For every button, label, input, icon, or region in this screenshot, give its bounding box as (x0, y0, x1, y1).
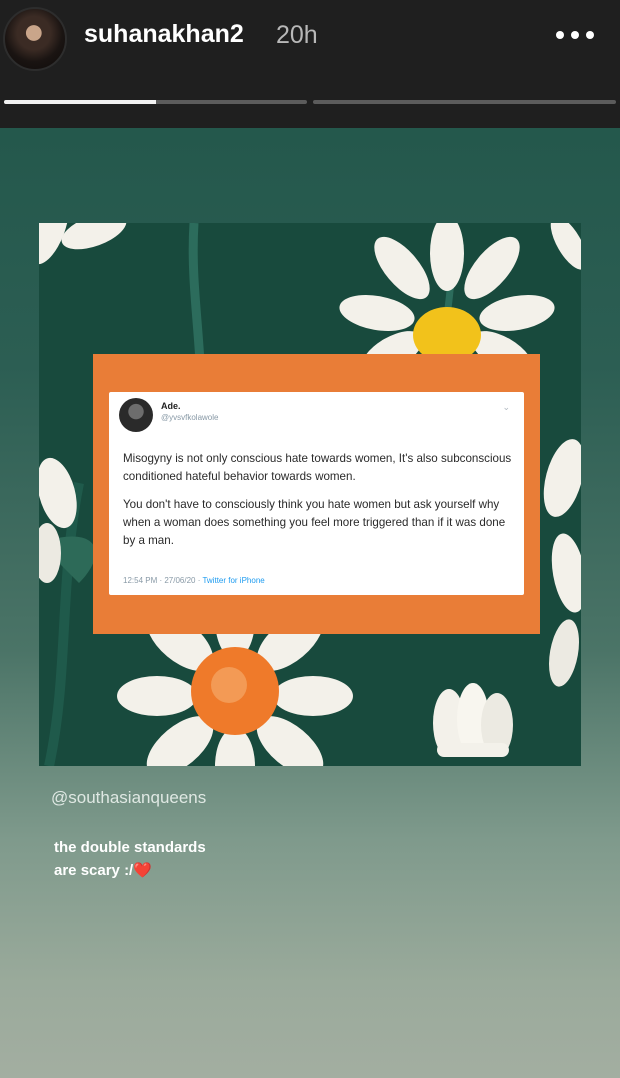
caption-line-2: are scary :/❤️ (54, 859, 206, 882)
post-time: 20h (276, 21, 318, 49)
chevron-down-icon: ⌄ (502, 402, 510, 412)
tweet-paragraph-1: Misogyny is not only conscious hate towa… (123, 452, 512, 483)
tweet-avatar (119, 398, 153, 432)
tweet-timestamp: 12:54 PM · 27/06/20 · (123, 576, 203, 585)
tweet-meta: 12:54 PM · 27/06/20 · Twitter for iPhone (123, 576, 265, 585)
tweet-screenshot[interactable]: Ade. @yvsvfkolawole ⌄ Misogyny is not on… (109, 392, 524, 595)
tweet-author-handle: @yvsvfkolawole (161, 413, 219, 422)
more-horizontal-icon (586, 31, 594, 39)
mention-sticker[interactable]: @southasianqueens (51, 788, 206, 808)
heart-emoji-icon: ❤️ (133, 862, 152, 879)
more-horizontal-icon (571, 31, 579, 39)
story-progress-bar (4, 100, 307, 104)
profile-avatar[interactable] (3, 7, 67, 71)
story-content[interactable]: Ade. @yvsvfkolawole ⌄ Misogyny is not on… (0, 128, 620, 1078)
tweet-paragraph-2: You don't have to consciously think you … (123, 498, 506, 547)
caption-line-1: the double standards (54, 839, 206, 856)
tweet-card-frame: Ade. @yvsvfkolawole ⌄ Misogyny is not on… (93, 354, 540, 634)
shared-post-image[interactable]: Ade. @yvsvfkolawole ⌄ Misogyny is not on… (39, 223, 581, 766)
caption-line-2-text: are scary :/ (54, 862, 134, 879)
more-horizontal-icon (556, 31, 564, 39)
story-progress-bar (313, 100, 616, 104)
story-caption: the double standards are scary :/❤️ (54, 836, 206, 882)
tweet-author-name: Ade. (161, 401, 181, 411)
more-options-button[interactable] (549, 20, 601, 50)
username[interactable]: suhanakhan2 (84, 20, 244, 49)
story-header: suhanakhan2 20h (0, 0, 620, 128)
tweet-source: Twitter for iPhone (202, 576, 265, 585)
story-progress-fill (4, 100, 156, 104)
